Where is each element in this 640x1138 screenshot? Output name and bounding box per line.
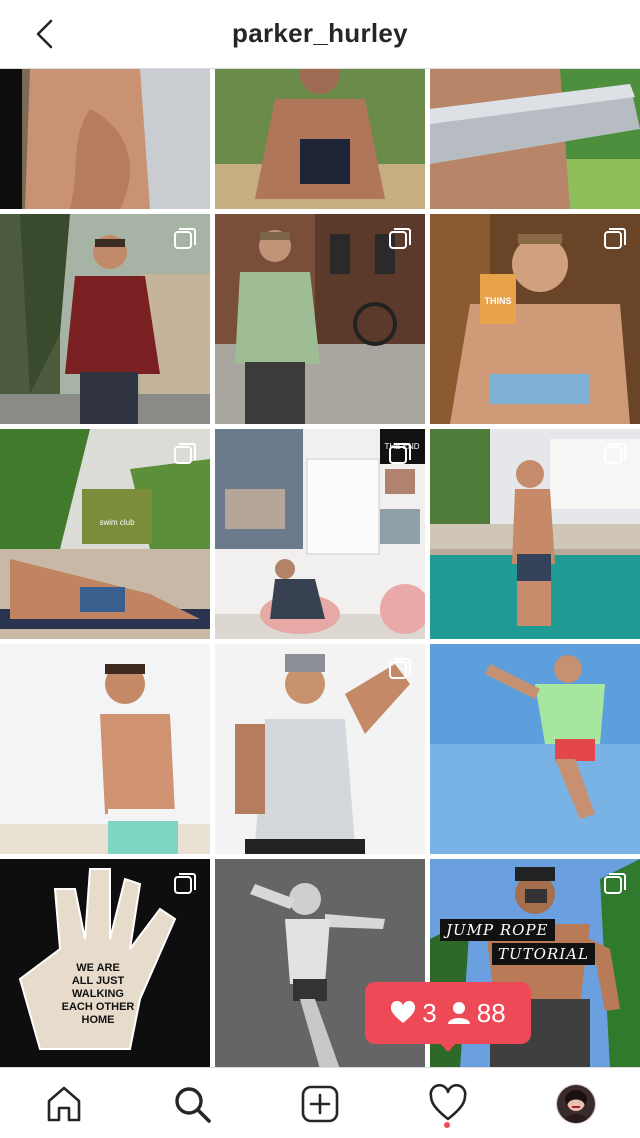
bottom-tab-bar [0, 1067, 640, 1138]
tab-activity[interactable] [424, 1080, 472, 1128]
followers-count: 88 [476, 997, 506, 1028]
activity-notification-bubble[interactable]: 3 88 [365, 982, 531, 1044]
notification-pointer [437, 1040, 459, 1052]
hand-text-line: ALL JUST [72, 975, 125, 987]
hand-text-line: HOME [82, 1014, 115, 1026]
profile-header: parker_hurley [0, 0, 640, 69]
likes-count-group: 3 [390, 997, 437, 1029]
carousel-icon [604, 873, 626, 894]
post-tile[interactable] [430, 644, 640, 854]
post-tile[interactable] [430, 429, 640, 639]
carousel-icon [174, 228, 196, 249]
hand-text-line: WE ARE [76, 962, 120, 974]
post-tile[interactable] [430, 69, 640, 209]
swim-club-label: swim club [99, 518, 135, 527]
hand-text-line: EACH OTHER [62, 1001, 135, 1013]
posts-grid: THINS swim club THE END WE ARE ALL JUST … [0, 69, 640, 1067]
post-tile[interactable] [215, 69, 425, 209]
post-tile[interactable]: swim club [0, 429, 210, 639]
tab-home[interactable] [40, 1080, 88, 1128]
post-image [0, 69, 210, 209]
plus-square-icon [301, 1085, 339, 1123]
thins-label: THINS [485, 296, 512, 306]
tab-search[interactable] [168, 1080, 216, 1128]
post-tile[interactable] [0, 644, 210, 854]
heart-icon [391, 1001, 416, 1023]
profile-avatar-image [557, 1085, 595, 1123]
post-image [430, 69, 640, 209]
tab-new-post[interactable] [296, 1080, 344, 1128]
post-tile[interactable]: WE ARE ALL JUST WALKING EACH OTHER HOME [0, 859, 210, 1067]
post-tile[interactable] [0, 69, 210, 209]
carousel-icon [174, 873, 196, 894]
carousel-icon [389, 228, 411, 249]
carousel-icon [604, 228, 626, 249]
home-icon [47, 1086, 81, 1122]
post-tile[interactable] [0, 214, 210, 424]
tutorial-subtitle: TUTORIAL [492, 943, 595, 965]
activity-indicator-dot [444, 1122, 450, 1128]
post-image [0, 644, 210, 854]
avatar [556, 1084, 596, 1124]
hand-text-line: WALKING [72, 988, 124, 1000]
post-tile[interactable] [215, 214, 425, 424]
post-image [215, 69, 425, 209]
followers-count-group: 88 [447, 998, 506, 1029]
post-tile[interactable]: THE END [215, 429, 425, 639]
carousel-icon [604, 443, 626, 464]
username-title: parker_hurley [232, 18, 408, 48]
post-image [430, 644, 640, 854]
carousel-icon [174, 443, 196, 464]
post-tile[interactable] [215, 644, 425, 854]
likes-count: 3 [422, 997, 437, 1028]
heart-outline-icon [429, 1084, 467, 1121]
jump-rope-title: JUMP ROPE [440, 919, 555, 941]
tab-profile[interactable] [552, 1080, 600, 1128]
search-icon [175, 1087, 211, 1123]
carousel-icon [389, 658, 411, 679]
carousel-icon [389, 443, 411, 464]
post-tile[interactable]: THINS [430, 214, 640, 424]
person-icon [447, 1002, 470, 1024]
